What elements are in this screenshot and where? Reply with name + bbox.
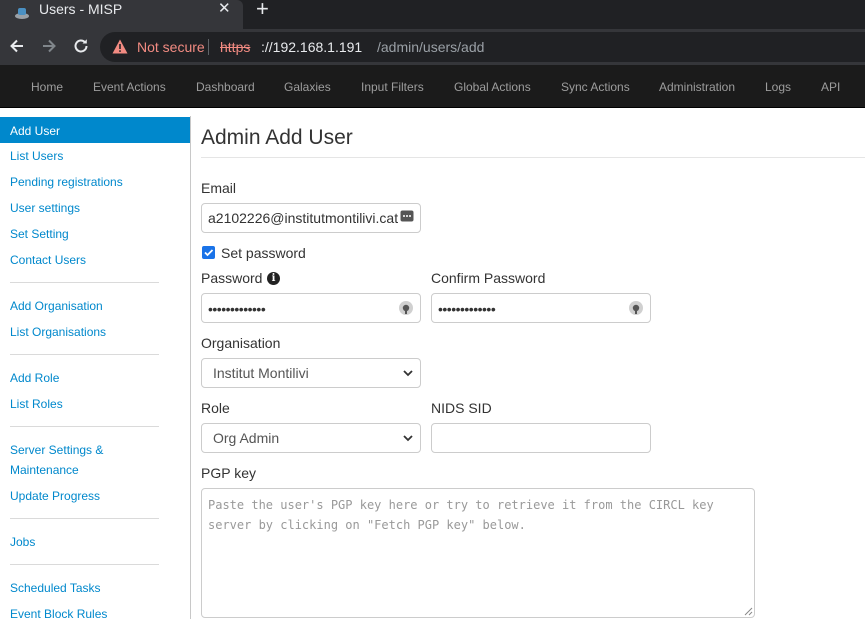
- add-user-form: Admin Add User Email a2102226@institutmo…: [201, 116, 865, 619]
- password-reveal-icon[interactable]: [398, 300, 414, 316]
- nav-input-filters[interactable]: Input Filters: [361, 80, 424, 94]
- confirm-password-value: •••••••••••••: [438, 301, 496, 317]
- sidebar-divider: [10, 564, 159, 565]
- sidebar-item-scheduled-tasks[interactable]: Scheduled Tasks: [10, 581, 101, 595]
- sidebar-item-contact-users[interactable]: Contact Users: [10, 253, 86, 267]
- info-circle-icon[interactable]: i: [267, 272, 280, 285]
- set-password-checkbox[interactable]: [202, 246, 215, 259]
- title-divider: [201, 157, 865, 158]
- tab-title: Users - MISP: [39, 1, 123, 17]
- browser-tab[interactable]: Users - MISP ✕: [0, 0, 243, 29]
- warning-triangle-icon[interactable]: [112, 39, 128, 54]
- set-password-label[interactable]: Set password: [221, 245, 306, 261]
- nav-dashboard[interactable]: Dashboard: [196, 80, 255, 94]
- chevron-down-icon: [403, 370, 413, 377]
- password-reveal-icon[interactable]: [628, 300, 644, 316]
- url-host: ://192.168.1.191: [261, 39, 363, 55]
- confirm-password-label: Confirm Password: [431, 270, 546, 286]
- resize-grip-icon[interactable]: [744, 607, 753, 616]
- role-value: Org Admin: [213, 430, 280, 446]
- nav-api[interactable]: API: [821, 80, 840, 94]
- sidebar-divider: [10, 518, 159, 519]
- sidebar-item-server-settings-line1[interactable]: Server Settings &: [10, 443, 103, 457]
- nav-event-actions[interactable]: Event Actions: [93, 80, 166, 94]
- role-label: Role: [201, 400, 230, 416]
- sidebar-item-server-settings-line2[interactable]: Maintenance: [10, 463, 79, 477]
- not-secure-label[interactable]: Not secure: [137, 39, 205, 55]
- nids-sid-label: NIDS SID: [431, 400, 492, 416]
- sidebar-item-pending-registrations[interactable]: Pending registrations: [10, 175, 123, 189]
- back-arrow-icon[interactable]: [7, 36, 27, 56]
- confirm-password-field[interactable]: •••••••••••••: [431, 293, 651, 323]
- nav-galaxies[interactable]: Galaxies: [284, 80, 331, 94]
- sidebar-item-update-progress[interactable]: Update Progress: [10, 489, 100, 503]
- checkmark-icon: [204, 249, 214, 257]
- pgp-key-label: PGP key: [201, 465, 256, 481]
- reload-icon[interactable]: [71, 36, 91, 56]
- pgp-key-textarea[interactable]: Paste the user's PGP key here or try to …: [201, 488, 755, 618]
- forward-arrow-icon[interactable]: [39, 36, 59, 56]
- sidebar-item-list-organisations[interactable]: List Organisations: [10, 325, 106, 339]
- nav-home[interactable]: Home: [31, 80, 63, 94]
- email-value: a2102226@institutmontilivi.cat: [208, 210, 398, 226]
- sidebar-divider: [10, 354, 159, 355]
- sidebar-item-set-setting[interactable]: Set Setting: [10, 227, 69, 241]
- password-value: •••••••••••••: [208, 301, 266, 317]
- sidebar-item-list-users[interactable]: List Users: [10, 149, 63, 163]
- sidebar-divider: [10, 426, 159, 427]
- new-tab-button[interactable]: +: [256, 0, 269, 20]
- side-menu: Add User List Users Pending registration…: [0, 116, 191, 621]
- sidebar-item-add-user[interactable]: Add User: [0, 117, 190, 143]
- sidebar-item-jobs[interactable]: Jobs: [10, 535, 35, 549]
- nav-global-actions[interactable]: Global Actions: [454, 80, 531, 94]
- address-bar[interactable]: Not secure https ://192.168.1.191 /admin…: [100, 32, 865, 62]
- page-title: Admin Add User: [201, 126, 353, 149]
- url-scheme: https: [220, 39, 251, 55]
- organisation-select[interactable]: Institut Montilivi: [201, 358, 421, 388]
- sidebar-item-add-organisation[interactable]: Add Organisation: [10, 299, 103, 313]
- sidebar-divider: [10, 282, 159, 283]
- browser-toolbar: Not secure https ://192.168.1.191 /admin…: [0, 29, 865, 65]
- sidebar-item-user-settings[interactable]: User settings: [10, 201, 80, 215]
- email-label: Email: [201, 180, 237, 196]
- nav-sync-actions[interactable]: Sync Actions: [561, 80, 630, 94]
- password-manager-icon[interactable]: [400, 210, 414, 222]
- chevron-down-icon: [403, 435, 413, 442]
- sidebar-item-add-role[interactable]: Add Role: [10, 371, 59, 385]
- organisation-value: Institut Montilivi: [213, 365, 309, 381]
- nav-administration[interactable]: Administration: [659, 80, 735, 94]
- sidebar-item-list-roles[interactable]: List Roles: [10, 397, 63, 411]
- pgp-key-placeholder: Paste the user's PGP key here or try to …: [208, 498, 714, 532]
- organisation-label: Organisation: [201, 335, 281, 351]
- email-field[interactable]: a2102226@institutmontilivi.cat: [201, 203, 421, 233]
- role-select[interactable]: Org Admin: [201, 423, 421, 453]
- main-navbar: Home Event Actions Dashboard Galaxies In…: [0, 65, 865, 108]
- nids-sid-field[interactable]: [431, 423, 651, 453]
- url-path: /admin/users/add: [377, 39, 485, 55]
- omnibox-divider: [208, 39, 209, 55]
- tab-close-icon[interactable]: ✕: [218, 1, 231, 17]
- password-field[interactable]: •••••••••••••: [201, 293, 421, 323]
- misp-favicon-icon: [15, 8, 29, 19]
- nav-logs[interactable]: Logs: [765, 80, 791, 94]
- password-label: Password: [201, 270, 263, 286]
- browser-tab-strip: Users - MISP ✕ +: [0, 0, 865, 29]
